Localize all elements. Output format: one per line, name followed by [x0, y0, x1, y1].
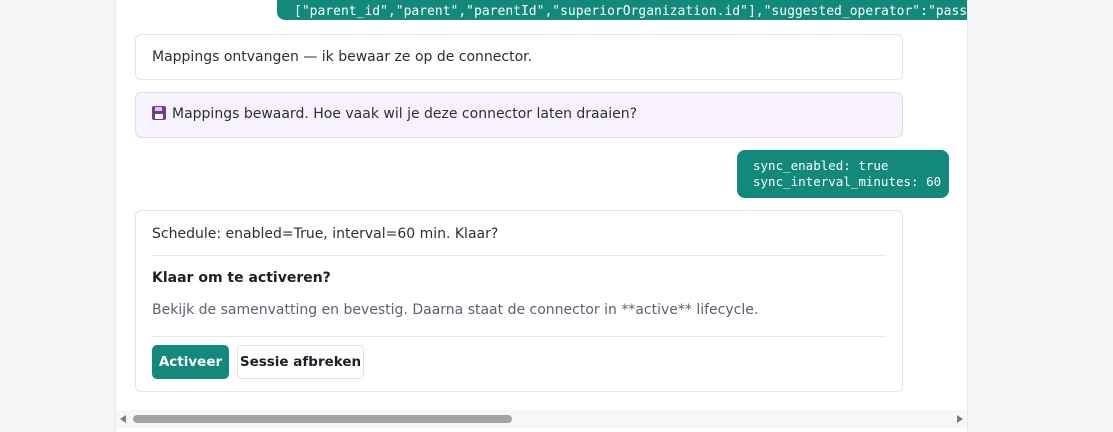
- mapping-json-line: ["parent_id","parent","parentId","superi…: [294, 4, 968, 19]
- schedule-summary: Schedule: enabled=True, interval=60 min.…: [152, 226, 499, 242]
- assistant-message-text: Mappings ontvangen — ik bewaar ze op de …: [152, 49, 533, 65]
- divider: [152, 255, 886, 256]
- chat-panel: ["parent_id","parent","parentId","superi…: [115, 0, 968, 432]
- user-message-schedule: sync_enabled: true sync_interval_minutes…: [737, 150, 949, 198]
- divider: [152, 336, 886, 337]
- scroll-left-arrow-icon[interactable]: [120, 415, 126, 423]
- panel-bottom-edge: [116, 428, 967, 432]
- floppy-disk-icon: [152, 106, 166, 120]
- activation-confirm-card: Schedule: enabled=True, interval=60 min.…: [135, 210, 903, 392]
- assistant-message: Mappings ontvangen — ik bewaar ze op de …: [135, 34, 903, 80]
- assistant-message-saved: Mappings bewaard. Hoe vaak wil je deze c…: [135, 92, 903, 138]
- confirm-heading: Klaar om te activeren?: [152, 270, 331, 286]
- scroll-right-arrow-icon[interactable]: [957, 415, 963, 423]
- confirm-description: Bekijk de samenvatting en bevestig. Daar…: [152, 302, 759, 318]
- assistant-message-text: Mappings bewaard. Hoe vaak wil je deze c…: [172, 106, 638, 122]
- horizontal-scrollbar[interactable]: [116, 410, 967, 428]
- user-message-mapping: ["parent_id","parent","parentId","superi…: [277, 0, 968, 20]
- scrollbar-thumb[interactable]: [133, 415, 512, 423]
- abort-session-button[interactable]: Sessie afbreken: [237, 345, 364, 379]
- activate-button[interactable]: Activeer: [152, 345, 229, 379]
